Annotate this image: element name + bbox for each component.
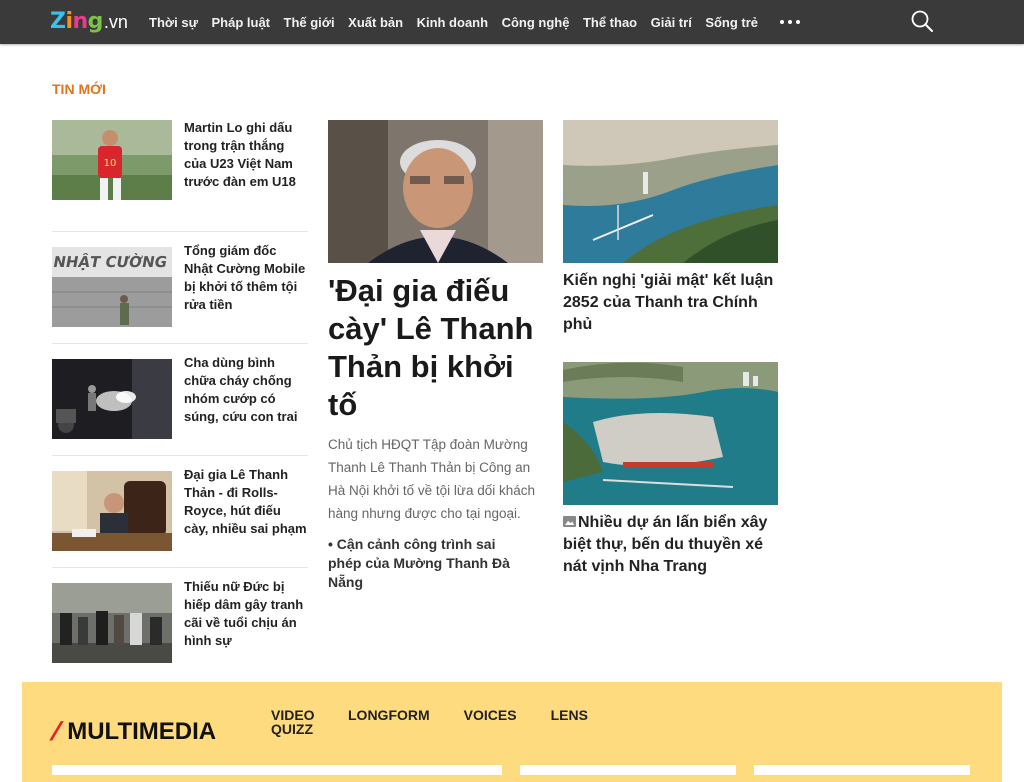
site-logo[interactable]: Zing .vn — [50, 9, 128, 35]
news-thumbnail-store[interactable]: NHẬT CƯỜNG — [52, 247, 172, 327]
nav-item-thoi-su[interactable]: Thời sự — [149, 15, 198, 30]
tab-lens[interactable]: LENS — [551, 708, 588, 736]
multimedia-card[interactable] — [520, 765, 736, 775]
side-story[interactable]: Nhiều dự án lấn biển xây biệt thự, bến d… — [563, 362, 778, 578]
news-title[interactable]: Đại gia Lê Thanh Thản - đi Rolls-Royce, … — [184, 466, 308, 538]
feature-image[interactable] — [328, 120, 543, 263]
nav-item-song-tre[interactable]: Sống trẻ — [705, 15, 758, 30]
related-title[interactable]: Cận cảnh công trình sai phép của Mường T… — [328, 536, 510, 590]
logo-suffix: .vn — [103, 12, 128, 32]
photo-icon — [563, 516, 576, 527]
side-story-title[interactable]: Kiến nghị 'giải mật' kết luận 2852 của T… — [563, 270, 778, 336]
feature-related-link[interactable]: • Cận cảnh công trình sai phép của Mường… — [328, 535, 528, 592]
nav-item-xuat-ban[interactable]: Xuất bản — [348, 15, 403, 30]
feature-title[interactable]: 'Đại gia điếu cày' Lê Thanh Thản bị khởi… — [328, 272, 543, 424]
feature-description: Chủ tịch HĐQT Tập đoàn Mường Thanh Lê Th… — [328, 437, 535, 521]
news-title[interactable]: Tổng giám đốc Nhật Cường Mobile bị khởi … — [184, 242, 308, 314]
search-icon[interactable] — [910, 9, 934, 33]
list-item[interactable]: Thiếu nữ Đức bị hiếp dâm gây tranh cãi v… — [52, 568, 308, 679]
tab-video-quizz[interactable]: VIDEO QUIZZ — [271, 708, 321, 736]
news-title[interactable]: Thiếu nữ Đức bị hiếp dâm gây tranh cãi v… — [184, 578, 308, 650]
list-item[interactable]: NHẬT CƯỜNG Tổng giám đốc Nhật Cường Mobi… — [52, 232, 308, 344]
svg-text:10: 10 — [104, 158, 117, 169]
nav-item-the-thao[interactable]: Thể thao — [583, 15, 637, 30]
multimedia-card[interactable] — [52, 765, 502, 775]
svg-text:NHẬT CƯỜNG: NHẬT CƯỜNG — [52, 251, 169, 271]
side-story-image-coast[interactable] — [563, 120, 778, 263]
multimedia-title[interactable]: MULTIMEDIA — [67, 718, 216, 746]
news-list: 10 Martin Lo ghi dấu trong trận thắng củ… — [52, 120, 308, 679]
news-thumbnail-football[interactable]: 10 — [52, 120, 172, 200]
list-item[interactable]: Đại gia Lê Thanh Thản - đi Rolls-Royce, … — [52, 456, 308, 568]
multimedia-section: / MULTIMEDIA VIDEO QUIZZ LONGFORM VOICES … — [22, 682, 1002, 782]
top-navbar: Zing .vn Thời sự Pháp luật Thế giới Xuất … — [0, 0, 1024, 44]
side-story-image-bay[interactable] — [563, 362, 778, 505]
nav-item-cong-nghe[interactable]: Công nghệ — [502, 15, 570, 30]
news-title[interactable]: Martin Lo ghi dấu trong trận thắng của U… — [184, 119, 308, 191]
side-story[interactable]: Kiến nghị 'giải mật' kết luận 2852 của T… — [563, 120, 778, 336]
bullet: • — [328, 536, 333, 552]
nav-item-phap-luat[interactable]: Pháp luật — [212, 15, 271, 30]
nav-item-kinh-doanh[interactable]: Kinh doanh — [417, 15, 489, 30]
more-dots-icon[interactable] — [780, 14, 804, 30]
news-thumbnail-office[interactable] — [52, 471, 172, 551]
logo-zing: Zing — [50, 9, 103, 34]
main-nav: Thời sự Pháp luật Thế giới Xuất bản Kinh… — [149, 0, 772, 44]
multimedia-tabs: VIDEO QUIZZ LONGFORM VOICES LENS — [271, 708, 622, 736]
nav-item-the-gioi[interactable]: Thế giới — [284, 15, 335, 30]
news-thumbnail-cctv[interactable] — [52, 359, 172, 439]
nav-item-giai-tri[interactable]: Giải trí — [651, 15, 692, 30]
multimedia-heading[interactable]: / MULTIMEDIA — [48, 716, 216, 747]
section-label-tin-moi: TIN MỚI — [52, 81, 106, 97]
list-item[interactable]: 10 Martin Lo ghi dấu trong trận thắng củ… — [52, 120, 308, 232]
news-thumbnail-crowd[interactable] — [52, 583, 172, 663]
multimedia-card[interactable] — [754, 765, 970, 775]
news-title[interactable]: Cha dùng bình chữa cháy chống nhóm cướp … — [184, 354, 308, 426]
side-story-title-text[interactable]: Nhiều dự án lấn biển xây biệt thự, bến d… — [563, 514, 767, 575]
tab-voices[interactable]: VOICES — [464, 708, 517, 736]
list-item[interactable]: Cha dùng bình chữa cháy chống nhóm cướp … — [52, 344, 308, 456]
slash-accent: / — [48, 716, 63, 746]
tab-longform[interactable]: LONGFORM — [348, 708, 430, 736]
side-story-title[interactable]: Nhiều dự án lấn biển xây biệt thự, bến d… — [563, 512, 778, 578]
